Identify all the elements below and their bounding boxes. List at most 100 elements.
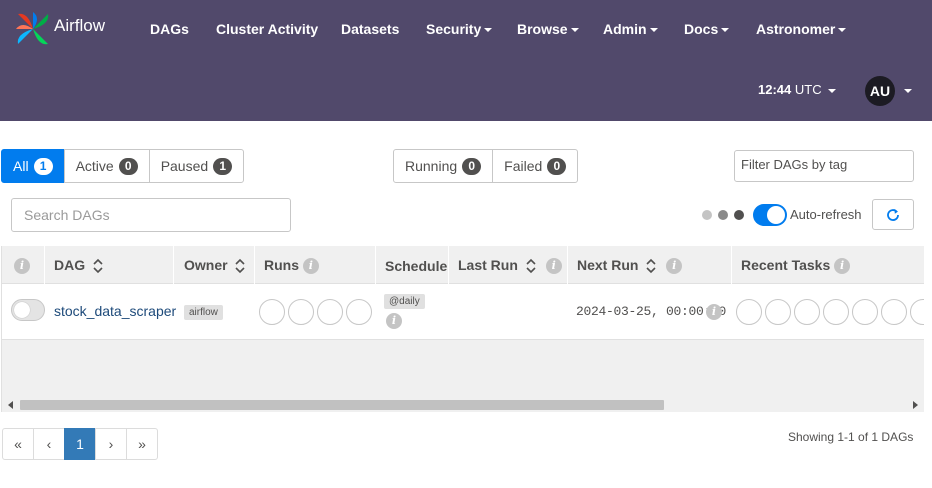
header-runs-label: Runs — [264, 257, 299, 273]
table-row: stock_data_scraper airflow @daily i 2024… — [2, 284, 924, 340]
info-icon[interactable]: i — [834, 258, 851, 275]
nav-security-label: Security — [426, 21, 482, 37]
header-last-run-label: Last Run — [458, 257, 518, 273]
run-status-circle[interactable] — [317, 299, 343, 325]
nav-browse[interactable]: Browse — [517, 21, 579, 37]
nav-admin[interactable]: Admin — [603, 21, 658, 37]
filter-failed-button[interactable]: Failed 0 — [492, 149, 579, 183]
nav-cluster-activity[interactable]: Cluster Activity — [216, 21, 318, 37]
auto-refresh-toggle[interactable] — [753, 204, 787, 226]
nav-datasets-label: Datasets — [341, 21, 400, 37]
sort-icon — [93, 259, 103, 274]
nav-dags[interactable]: DAGs — [150, 21, 189, 37]
header-dag[interactable]: DAG — [54, 257, 103, 274]
column-divider — [44, 246, 45, 284]
filter-running-count: 0 — [462, 157, 482, 175]
header-last-run[interactable]: Last Run i — [458, 257, 562, 275]
sort-icon — [646, 259, 656, 274]
run-status-circle[interactable] — [346, 299, 372, 325]
schedule-info-icon[interactable]: i — [386, 313, 402, 329]
caret-down-icon — [838, 28, 847, 33]
header-recent-tasks-label: Recent Tasks — [741, 257, 831, 273]
loading-dot — [702, 210, 712, 220]
dags-table: i DAG Owner Runs i Schedule Last Run i N… — [1, 246, 924, 412]
loading-dots — [702, 210, 744, 220]
task-status-circle[interactable] — [765, 299, 791, 325]
filter-failed-label: Failed — [504, 158, 543, 174]
nav-docs[interactable]: Docs — [684, 21, 730, 37]
user-menu-caret-icon[interactable] — [904, 89, 912, 93]
sort-icon — [526, 259, 536, 274]
task-status-circle[interactable] — [794, 299, 820, 325]
filter-paused-label: Paused — [160, 158, 209, 174]
info-icon[interactable]: i — [302, 258, 319, 275]
header-owner[interactable]: Owner — [184, 257, 246, 274]
filter-running-button[interactable]: Running 0 — [393, 149, 494, 183]
top-navbar: Airflow DAGs Cluster Activity Datasets S… — [0, 0, 932, 121]
user-avatar[interactable]: AU — [865, 76, 895, 106]
refresh-icon — [887, 208, 899, 221]
filter-all-label: All — [13, 158, 29, 174]
horizontal-scrollbar[interactable] — [2, 397, 924, 412]
caret-down-icon — [649, 28, 658, 33]
task-status-circle[interactable] — [736, 299, 762, 325]
header-schedule: Schedule — [385, 258, 447, 274]
run-status-circle[interactable] — [288, 299, 314, 325]
brand-text: Airflow — [54, 16, 106, 35]
scrollbar-thumb[interactable] — [20, 400, 664, 410]
task-status-circle[interactable] — [881, 299, 907, 325]
showing-count: Showing 1-1 of 1 DAGs — [788, 430, 914, 444]
task-status-circle[interactable] — [823, 299, 849, 325]
column-divider — [173, 246, 174, 284]
info-icon[interactable]: i — [545, 258, 562, 275]
caret-down-icon — [570, 28, 579, 33]
filter-paused-count: 1 — [213, 157, 233, 175]
table-header: i DAG Owner Runs i Schedule Last Run i N… — [2, 246, 924, 284]
filter-active-count: 0 — [118, 157, 138, 175]
filter-active-button[interactable]: Active 0 — [63, 149, 150, 183]
filter-all-button[interactable]: All 1 — [1, 149, 65, 183]
next-run-info-icon[interactable]: i — [706, 304, 722, 320]
schedule-tag[interactable]: @daily — [384, 294, 425, 309]
nav-astronomer[interactable]: Astronomer — [756, 21, 847, 37]
page-prev-button[interactable]: ‹ — [33, 428, 65, 460]
column-divider — [731, 246, 732, 284]
page-last-button[interactable]: » — [126, 428, 158, 460]
dag-pause-toggle[interactable] — [11, 299, 45, 321]
clock-dropdown[interactable]: 12:44 UTC — [758, 82, 837, 97]
brand-link[interactable]: Airflow — [14, 10, 105, 48]
pagination: « ‹ 1 › » — [2, 428, 158, 460]
task-status-circle[interactable] — [910, 299, 924, 325]
column-divider — [254, 246, 255, 284]
tag-filter-input[interactable]: Filter DAGs by tag — [734, 150, 914, 182]
header-schedule-label: Schedule — [385, 258, 448, 274]
scroll-right-icon[interactable] — [913, 401, 918, 409]
filter-paused-button[interactable]: Paused 1 — [148, 149, 245, 183]
filter-running-label: Running — [405, 158, 458, 174]
nav-astronomer-label: Astronomer — [756, 21, 836, 37]
dag-id-link[interactable]: stock_data_scraper — [54, 303, 176, 319]
nav-cluster-activity-label: Cluster Activity — [216, 21, 319, 37]
run-status-circle[interactable] — [259, 299, 285, 325]
loading-dot — [718, 210, 728, 220]
auto-refresh-label: Auto-refresh — [790, 207, 862, 222]
toggle-knob — [14, 302, 30, 318]
header-next-run[interactable]: Next Run i — [577, 257, 683, 275]
nav-security[interactable]: Security — [426, 21, 493, 37]
owner-tag[interactable]: airflow — [184, 305, 223, 320]
header-owner-label: Owner — [184, 257, 228, 273]
page-next-button[interactable]: › — [95, 428, 127, 460]
refresh-button[interactable] — [872, 199, 914, 230]
page-first-button[interactable]: « — [2, 428, 34, 460]
header-recent-tasks: Recent Tasks i — [741, 257, 851, 275]
next-run-value: 2024-03-25, 00:00:00 — [576, 304, 727, 319]
header-runs: Runs i — [264, 257, 319, 275]
nav-datasets[interactable]: Datasets — [341, 21, 399, 37]
info-icon: i — [14, 258, 30, 275]
search-dags-input[interactable]: Search DAGs — [11, 198, 291, 232]
page-current-button[interactable]: 1 — [64, 428, 96, 460]
nav-dags-label: DAGs — [150, 21, 189, 37]
scroll-left-icon[interactable] — [8, 401, 13, 409]
info-icon[interactable]: i — [666, 258, 683, 275]
task-status-circle[interactable] — [852, 299, 878, 325]
